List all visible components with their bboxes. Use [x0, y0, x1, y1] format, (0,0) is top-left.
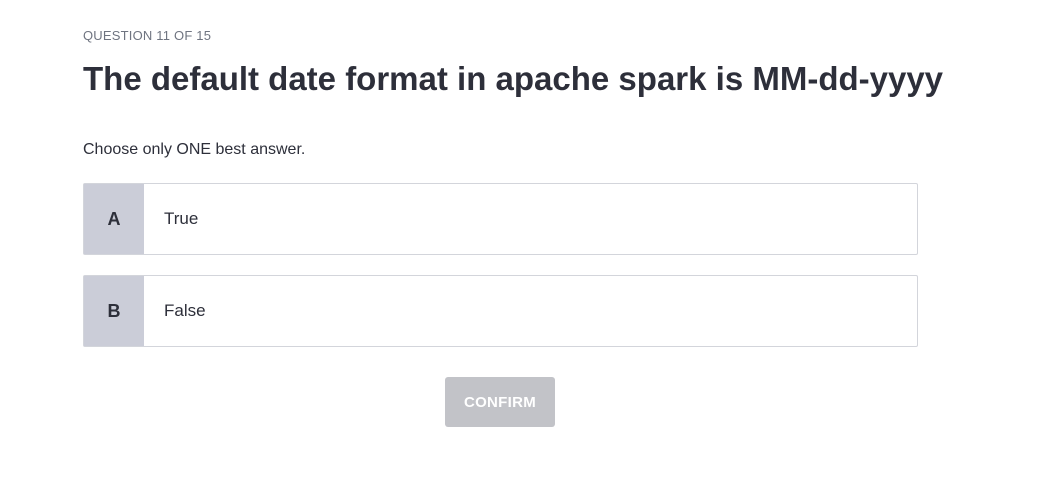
answer-instruction: Choose only ONE best answer. [83, 141, 306, 158]
question-title: The default date format in apache spark … [83, 60, 944, 97]
quiz-page: QUESTION 11 OF 15 The default date forma… [0, 0, 1043, 477]
option-text-a: True [164, 209, 199, 228]
option-text-b: False [164, 301, 206, 320]
question-counter: QUESTION 11 OF 15 [83, 28, 212, 43]
answer-option-b[interactable]: B False [83, 275, 918, 347]
option-letter-a: A [84, 184, 144, 254]
answer-option-a[interactable]: A True [83, 183, 918, 255]
option-letter-b: B [84, 276, 144, 346]
confirm-button[interactable]: CONFIRM [445, 377, 555, 427]
